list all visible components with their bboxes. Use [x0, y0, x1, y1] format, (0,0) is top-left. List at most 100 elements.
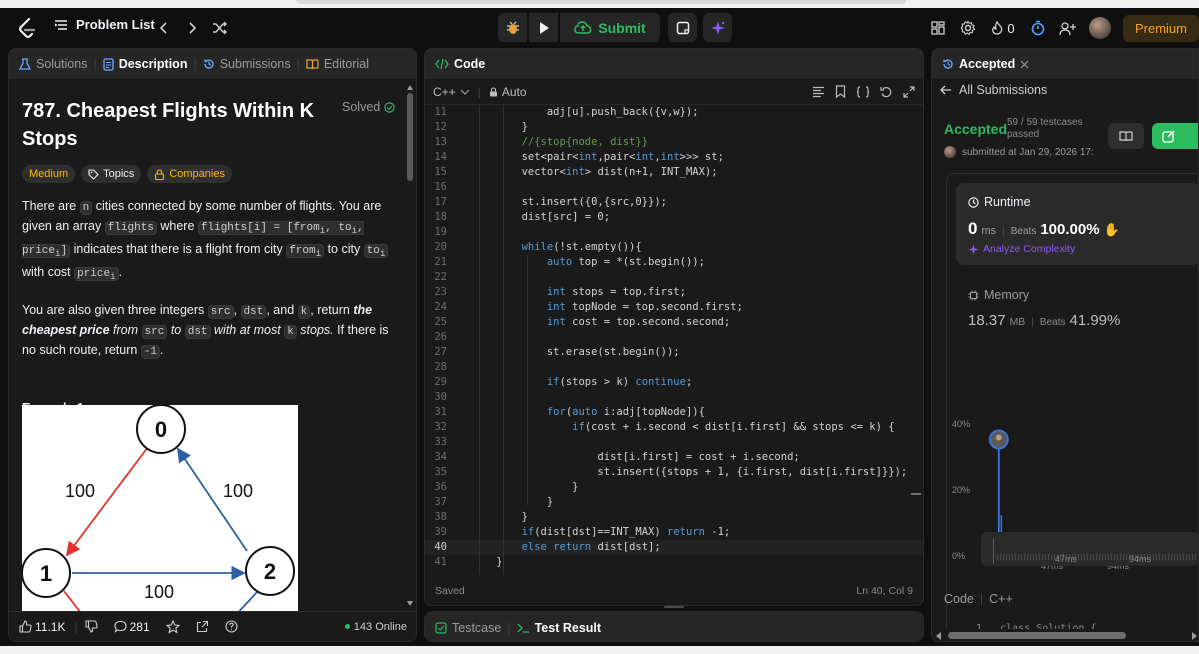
description-scrollbar[interactable]: [407, 85, 413, 606]
scroll-right-icon: [1192, 632, 1197, 640]
clap-icon: ✋: [1103, 222, 1120, 237]
testcases-count: 59 / 59 testcases: [1007, 117, 1083, 128]
like-button[interactable]: 11.1K |: [19, 620, 98, 634]
chart-range-navigator[interactable]: 47ms 94ms: [981, 532, 1199, 566]
run-submit-group: Submit: [498, 13, 732, 42]
scrollbar-thumb[interactable]: [948, 632, 1126, 639]
navigator-tick-label: 47ms: [1055, 554, 1078, 564]
line-number: 19: [434, 226, 447, 238]
flame-icon: [992, 21, 1003, 35]
tab-accepted[interactable]: Accepted: [942, 57, 1029, 71]
chevron-right-icon: [189, 22, 197, 34]
code-line: 26: [425, 330, 923, 345]
solution-share-button[interactable]: [1152, 123, 1198, 149]
language-select[interactable]: C++: [433, 85, 470, 99]
line-text: adj[u].push_back({v,w});: [471, 106, 699, 118]
history-icon: [204, 59, 214, 69]
line-text: }: [471, 481, 579, 493]
timer-button[interactable]: [1023, 20, 1053, 36]
example-graph-image: 0 1 2 100 100 100: [22, 405, 298, 613]
horizontal-scrollbar[interactable]: [932, 629, 1198, 641]
scroll-left-icon: [936, 632, 941, 640]
shuffle-button[interactable]: [210, 18, 230, 38]
tab-testcase[interactable]: Testcase: [435, 621, 501, 635]
runtime-beats-value: 100.00%: [1040, 221, 1100, 238]
panel-resize-handle[interactable]: [664, 606, 684, 608]
format-icon[interactable]: [812, 86, 825, 98]
tab-divider: |: [193, 57, 197, 71]
layout-grid-icon: [931, 21, 945, 35]
problem-list-button[interactable]: Problem List: [54, 17, 155, 32]
top-right-nav: 0 Premium: [923, 14, 1199, 42]
line-text: st.erase(st.begin());: [471, 346, 680, 358]
prev-problem-button[interactable]: [154, 18, 174, 38]
premium-button[interactable]: Premium: [1122, 14, 1199, 42]
chevron-left-icon: [159, 22, 167, 34]
language-label: C++: [433, 84, 456, 99]
debug-button[interactable]: [498, 13, 527, 42]
code-line: 12 }: [425, 120, 923, 135]
line-text: int topNode = top.second.first;: [546, 301, 743, 313]
streak-count: 0: [1007, 20, 1015, 36]
topics-tag[interactable]: Topics: [81, 165, 142, 183]
scrollbar-thumb[interactable]: [407, 93, 413, 181]
code-line: 15 vector<int> dist(n+1, INT_MAX);: [425, 165, 923, 180]
avatar[interactable]: [1088, 17, 1111, 39]
testcases-passed: passed: [1007, 129, 1040, 140]
analyze-complexity-link[interactable]: Analyze Complexity: [968, 243, 1075, 255]
line-number: 18: [434, 211, 447, 223]
external-link-icon: [196, 620, 208, 633]
code-line: 30: [425, 390, 923, 405]
memory-value: 18.37: [968, 312, 1006, 329]
line-text: if(stops > k) continue;: [546, 376, 693, 388]
tab-editorial[interactable]: Editorial: [306, 57, 369, 71]
all-submissions-label: All Submissions: [959, 83, 1048, 97]
code-line: 17 st.insert({0,{src,0}});: [425, 195, 923, 210]
code-editor[interactable]: 11 adj[u].push_back({v,w}); 12 } 13 //{sto…: [425, 105, 923, 575]
ai-assist-button[interactable]: [703, 13, 732, 42]
edge-0-1-price: 100: [65, 481, 95, 501]
all-submissions-link[interactable]: All Submissions: [940, 83, 1047, 97]
gear-icon: [960, 20, 976, 36]
tab-test-result[interactable]: Test Result: [517, 621, 601, 635]
notes-button[interactable]: [668, 13, 697, 42]
run-button[interactable]: [529, 13, 558, 42]
editorial-button[interactable]: [1108, 123, 1144, 149]
reset-icon[interactable]: [880, 86, 893, 98]
flask-icon: [19, 58, 31, 70]
edge-partial-red: [63, 590, 83, 613]
next-problem-button[interactable]: [182, 18, 202, 38]
tab-submissions[interactable]: Submissions: [203, 57, 291, 71]
auto-mode-toggle[interactable]: Auto: [489, 85, 527, 99]
leetcode-logo-icon[interactable]: [18, 18, 36, 38]
favorite-button[interactable]: [165, 619, 180, 634]
companies-tag[interactable]: Companies: [147, 165, 232, 183]
difficulty-badge[interactable]: Medium: [22, 165, 76, 183]
expand-icon[interactable]: [903, 85, 915, 98]
settings-button[interactable]: [953, 20, 983, 36]
check-circle-icon: [384, 101, 395, 113]
tab-divider: |: [507, 620, 511, 635]
code-line: 31 for(auto i:adj[topNode]){: [425, 405, 923, 420]
code-line: 16: [425, 180, 923, 195]
submit-button[interactable]: Submit: [560, 13, 660, 42]
streak-counter[interactable]: 0: [983, 21, 1023, 36]
braces-icon[interactable]: [856, 85, 870, 98]
submit-label: Submit: [598, 19, 646, 36]
tab-description[interactable]: Description: [103, 57, 187, 71]
close-icon[interactable]: [1020, 60, 1029, 69]
tab-code[interactable]: Code: [435, 57, 485, 71]
share-button[interactable]: [196, 620, 209, 633]
code-panel: Code C++ | Auto 11 adj[u].push_back({v,w…: [424, 48, 924, 606]
star-icon: [165, 619, 180, 634]
help-button[interactable]: [225, 620, 238, 633]
bookmark-icon[interactable]: [835, 85, 846, 98]
add-friend-button[interactable]: [1053, 21, 1083, 36]
tab-solutions[interactable]: Solutions: [19, 57, 87, 71]
comments-button[interactable]: 281: [114, 620, 150, 634]
line-text: [457, 270, 471, 285]
runtime-card: Runtime 0 ms | Beats 100.00% ✋ Analyze C…: [956, 183, 1198, 265]
window-bottom-strip: [0, 646, 1199, 654]
line-text: st.insert({stops + 1, {i.first, dist[i.f…: [471, 466, 908, 478]
layout-button[interactable]: [923, 21, 953, 35]
